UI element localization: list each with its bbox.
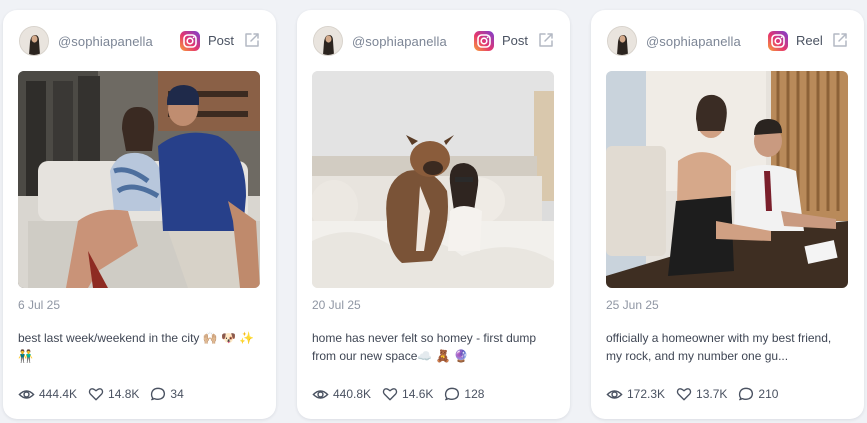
username[interactable]: @sophiapanella — [646, 34, 741, 49]
instagram-icon — [768, 31, 788, 51]
post-date: 20 Jul 25 — [312, 298, 361, 312]
post-caption: best last week/weekend in the city 🙌🏼 🐶 … — [18, 331, 255, 363]
comments-count: 210 — [758, 387, 779, 401]
likes-count: 14.6K — [402, 387, 434, 401]
post-header: @sophiapanella Post — [313, 26, 556, 56]
post-caption: home has never felt so homey - first dum… — [312, 331, 537, 363]
instagram-icon — [474, 31, 494, 51]
avatar[interactable] — [607, 26, 637, 56]
engagement-stats: 440.8K 14.6K 128 — [312, 386, 495, 402]
post-thumbnail[interactable] — [18, 71, 260, 288]
post-card[interactable]: @sophiapanella Reel 25 Jun 25 officially… — [591, 10, 864, 419]
username[interactable]: @sophiapanella — [352, 34, 447, 49]
likes-stat: 14.8K — [88, 386, 139, 402]
comments-count: 34 — [170, 387, 184, 401]
post-thumbnail[interactable] — [312, 71, 554, 288]
eye-icon — [18, 389, 35, 399]
avatar[interactable] — [313, 26, 343, 56]
external-link-icon[interactable] — [537, 31, 555, 49]
post-header: @sophiapanella Post — [19, 26, 262, 56]
likes-stat: 14.6K — [382, 386, 433, 402]
likes-count: 13.7K — [696, 387, 728, 401]
post-card[interactable]: @sophiapanella Post — [3, 10, 276, 419]
likes-count: 14.8K — [108, 387, 140, 401]
views-count: 172.3K — [627, 387, 666, 401]
external-link-icon[interactable] — [243, 31, 261, 49]
comments-stat: 210 — [738, 386, 778, 402]
comments-count: 128 — [464, 387, 485, 401]
post-type-label: Post — [502, 33, 529, 48]
comments-stat: 128 — [444, 386, 484, 402]
post-card[interactable]: @sophiapanella Post — [297, 10, 570, 419]
post-type-label: Post — [208, 33, 235, 48]
views-stat: 444.4K — [18, 386, 77, 403]
post-thumbnail[interactable] — [606, 71, 848, 288]
views-count: 444.4K — [39, 387, 78, 401]
comments-stat: 34 — [150, 386, 184, 402]
engagement-stats: 172.3K 13.7K 210 — [606, 386, 789, 402]
comment-icon — [445, 387, 460, 401]
heart-icon — [382, 388, 398, 401]
comment-icon — [739, 387, 754, 401]
instagram-icon — [180, 31, 200, 51]
heart-icon — [676, 388, 692, 401]
comment-icon — [151, 387, 166, 401]
username[interactable]: @sophiapanella — [58, 34, 153, 49]
post-caption: officially a homeowner with my best frie… — [606, 331, 832, 363]
engagement-stats: 444.4K 14.8K 34 — [18, 386, 195, 402]
views-stat: 440.8K — [312, 386, 371, 403]
post-date: 6 Jul 25 — [18, 298, 61, 312]
heart-icon — [88, 388, 104, 401]
views-stat: 172.3K — [606, 386, 665, 403]
post-type-label: Reel — [796, 33, 823, 48]
eye-icon — [606, 389, 623, 399]
eye-icon — [312, 389, 329, 399]
external-link-icon[interactable] — [831, 31, 849, 49]
views-count: 440.8K — [333, 387, 372, 401]
likes-stat: 13.7K — [676, 386, 727, 402]
post-date: 25 Jun 25 — [606, 298, 659, 312]
post-header: @sophiapanella Reel — [607, 26, 850, 56]
avatar[interactable] — [19, 26, 49, 56]
